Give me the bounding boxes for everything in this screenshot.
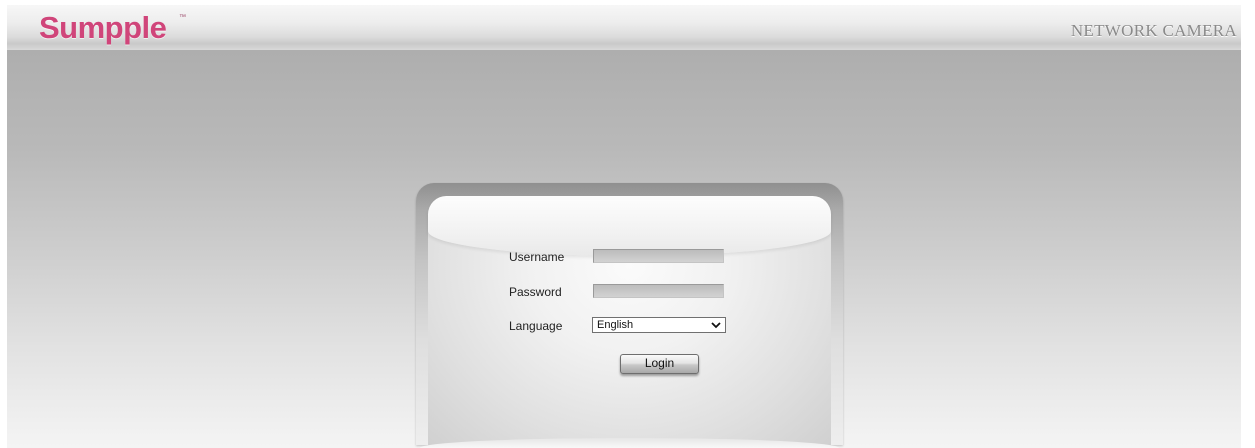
password-input[interactable] bbox=[593, 284, 724, 298]
login-button[interactable]: Login bbox=[620, 354, 699, 374]
login-panel bbox=[416, 183, 843, 445]
username-label: Username bbox=[509, 250, 565, 264]
brand-logo: Sumpple bbox=[39, 10, 167, 45]
password-label: Password bbox=[509, 285, 562, 299]
page: Sumpple ™ NETWORK CAMERA Username Passwo… bbox=[0, 0, 1255, 448]
trademark-mark: ™ bbox=[179, 14, 186, 21]
chevron-down-icon bbox=[711, 322, 721, 329]
language-select[interactable]: English bbox=[592, 317, 726, 333]
username-input[interactable] bbox=[593, 249, 724, 263]
header-bar: Sumpple ™ NETWORK CAMERA bbox=[7, 5, 1241, 50]
language-label: Language bbox=[509, 319, 563, 333]
language-selected-value: English bbox=[597, 319, 634, 331]
product-name: NETWORK CAMERA bbox=[1070, 21, 1237, 40]
login-panel-header bbox=[428, 196, 831, 256]
